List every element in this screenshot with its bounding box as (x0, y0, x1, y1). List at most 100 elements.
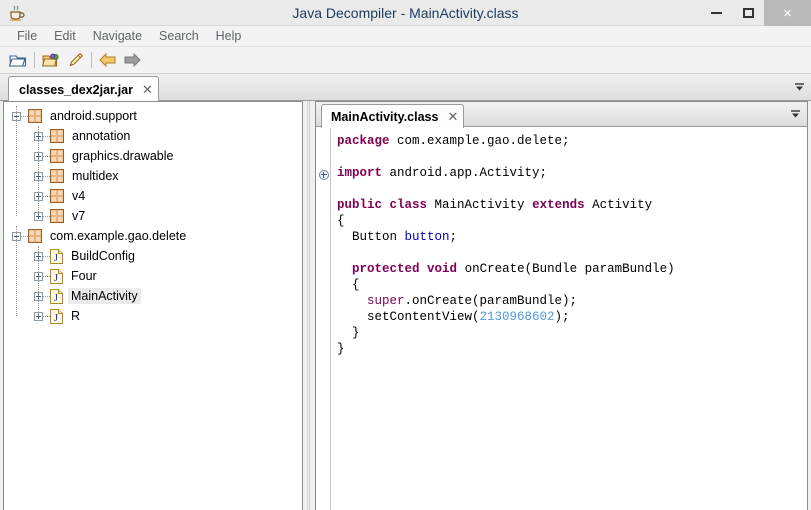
code-token: { (337, 214, 345, 228)
open-type-button[interactable] (39, 49, 63, 71)
code-line: import android.app.Activity; (337, 165, 805, 181)
code-token: 2130968602 (479, 310, 555, 324)
menu-help[interactable]: Help (208, 27, 250, 45)
menu-edit[interactable]: Edit (46, 27, 84, 45)
code-token: ); (554, 310, 570, 324)
minimize-button[interactable] (700, 0, 732, 26)
code-token: void (427, 262, 458, 276)
code-token: ; (449, 230, 458, 244)
code-token: MainActivity (427, 198, 533, 212)
maximize-icon (742, 8, 754, 18)
tab-mainactivity-class[interactable]: MainActivity.class ✕ (321, 104, 465, 128)
tree-connector (43, 175, 50, 177)
code-token: package (337, 134, 390, 148)
tree-node-label: annotation (72, 129, 131, 143)
title-bar: Java Decompiler - MainActivity.class × (0, 0, 811, 26)
source-editor-panel: MainActivity.class ✕ package com.example… (315, 101, 808, 510)
search-highlight-button[interactable] (63, 49, 87, 71)
code-token: onCreate(Bundle paramBundle) (457, 262, 675, 276)
decompiled-source-code[interactable]: package com.example.gao.delete; import a… (332, 128, 805, 510)
package-tree-panel[interactable]: android.support annotation graphics.drawab… (3, 101, 303, 510)
package-icon (50, 149, 64, 163)
code-line: package com.example.gao.delete; (337, 133, 805, 149)
editor-tab-label: MainActivity.class (331, 109, 439, 124)
close-button[interactable]: × (764, 0, 811, 26)
code-token: button (404, 230, 450, 244)
code-token: super (367, 294, 405, 308)
editor-chevron-down-icon[interactable] (789, 108, 801, 120)
code-token: android.app.Activity; (382, 166, 548, 180)
tree-node[interactable]: J BuildConfig (4, 246, 302, 266)
maximize-button[interactable] (732, 0, 764, 26)
class-icon: J (50, 308, 63, 324)
class-icon: J (50, 268, 63, 284)
package-icon (50, 209, 64, 223)
jar-tab-strip: classes_dex2jar.jar ✕ (0, 74, 811, 102)
menu-navigate[interactable]: Navigate (85, 27, 150, 45)
tree-node-label: graphics.drawable (72, 149, 174, 163)
tree-connector (43, 135, 50, 137)
navigate-forward-button[interactable] (120, 49, 144, 71)
menu-file[interactable]: File (9, 27, 45, 45)
toolbar (0, 47, 811, 74)
tree-node-label: MainActivity (68, 288, 141, 304)
tree-node-label: multidex (72, 169, 119, 183)
class-icon: J (50, 248, 63, 264)
code-line: protected void onCreate(Bundle paramBund… (337, 261, 805, 277)
package-icon (50, 169, 64, 183)
tree-node[interactable]: multidex (4, 166, 302, 186)
chevron-down-icon[interactable] (793, 81, 805, 93)
open-file-button[interactable] (6, 49, 30, 71)
code-line: { (337, 213, 805, 229)
tree-connector (43, 315, 50, 317)
code-line: } (337, 325, 805, 341)
tree-node[interactable]: v4 (4, 186, 302, 206)
tree-node-label: v7 (72, 209, 86, 223)
tab-label: classes_dex2jar.jar (19, 82, 133, 97)
tree-node[interactable]: v7 (4, 206, 302, 226)
package-icon (50, 189, 64, 203)
editor-tab-strip: MainActivity.class ✕ (316, 102, 807, 128)
tree-connector (43, 155, 50, 157)
code-line: { (337, 277, 805, 293)
code-token: com.example.gao.delete; (389, 134, 570, 148)
svg-text:J: J (54, 253, 58, 264)
tree-connector (43, 275, 50, 277)
tree-node[interactable]: graphics.drawable (4, 146, 302, 166)
code-token: Button (337, 230, 405, 244)
menu-search[interactable]: Search (151, 27, 207, 45)
tab-classes-dex2jar-jar[interactable]: classes_dex2jar.jar ✕ (8, 76, 159, 102)
editor-tab-close-icon[interactable]: ✕ (447, 110, 458, 123)
tree-node[interactable]: com.example.gao.delete (4, 226, 302, 246)
tree-node[interactable]: JR (4, 306, 302, 326)
tree-node-label: Four (71, 269, 97, 283)
toolbar-separator-1 (34, 52, 35, 68)
svg-text:J: J (54, 273, 58, 284)
tab-close-icon[interactable]: ✕ (142, 83, 153, 96)
code-token: class (389, 198, 428, 212)
tree-guide-line (16, 226, 17, 316)
tree-guide-line (38, 126, 39, 216)
tree-node[interactable]: android.support (4, 106, 302, 126)
expand-fold-icon[interactable] (319, 170, 329, 180)
tree-guide-line (38, 246, 39, 316)
navigate-back-button[interactable] (96, 49, 120, 71)
code-line: Button button; (337, 229, 805, 245)
main-content-area: android.support annotation graphics.drawab… (0, 101, 811, 510)
window-title: Java Decompiler - MainActivity.class (292, 5, 519, 21)
code-token: { (337, 278, 360, 292)
tree-node[interactable]: annotation (4, 126, 302, 146)
tree-connector (21, 235, 28, 237)
code-token: protected (352, 262, 420, 276)
tree-connector (43, 295, 50, 297)
panel-splitter[interactable] (304, 101, 314, 510)
tree-node[interactable]: J Four (4, 266, 302, 286)
code-token: setContentView( (337, 310, 480, 324)
tree-node[interactable]: J MainActivity (4, 286, 302, 306)
tree-guide-line (16, 106, 17, 216)
